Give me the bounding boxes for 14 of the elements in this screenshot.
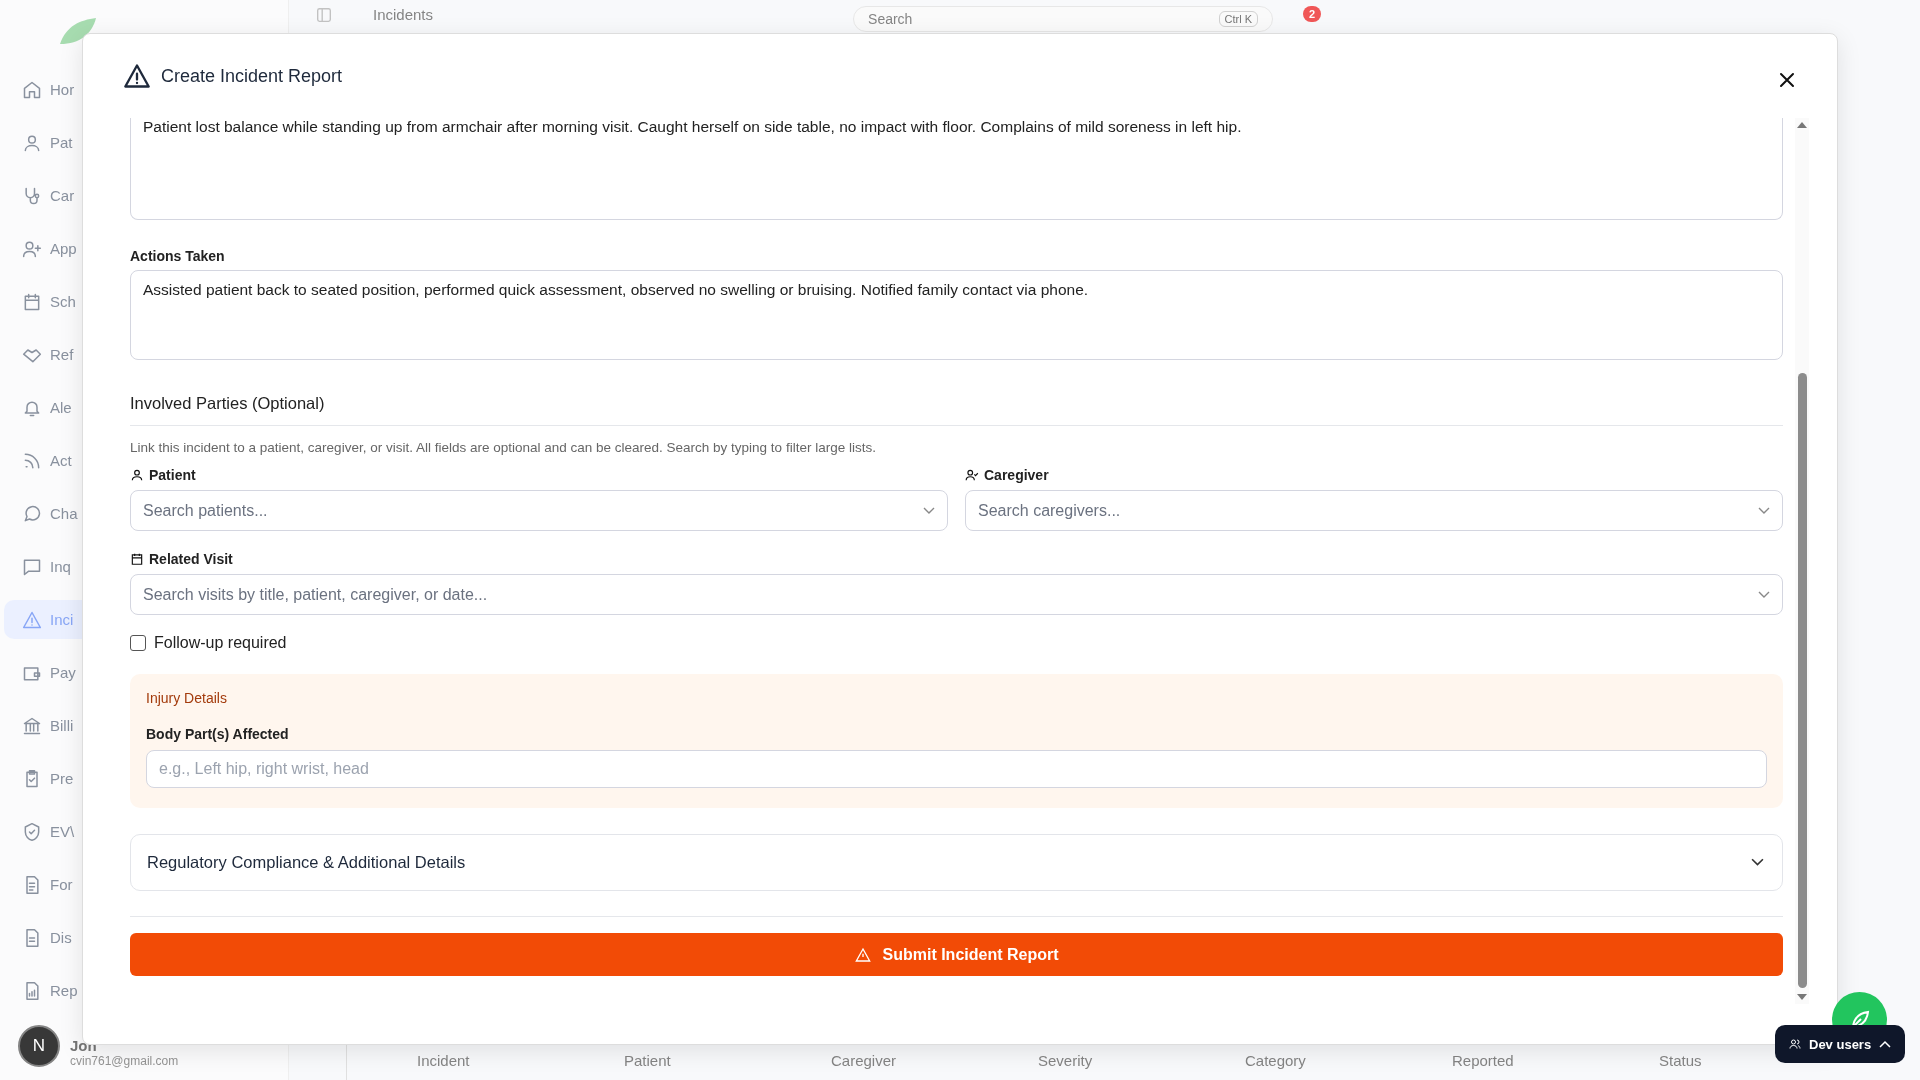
field-label: Patient <box>149 467 196 483</box>
user-email: cvin761@gmail.com <box>70 1054 179 1068</box>
field-label: Related Visit <box>149 551 233 567</box>
field-label: Caregiver <box>984 467 1049 483</box>
section-heading: Involved Parties (Optional) <box>130 394 326 413</box>
help-text: Link this incident to a patient, caregiver, or visit. All fields are optional and can be cleared. Search by typing to filter large lists. <box>130 440 877 455</box>
checkbox-label: Follow-up required <box>154 634 287 652</box>
panel-title: Injury Details <box>146 690 228 706</box>
page-title: Incidents <box>373 6 434 23</box>
notification-count: 2 <box>1303 6 1322 22</box>
field-label: Body Part(s) Affected <box>146 726 290 742</box>
dialog-title: Create Incident Report <box>161 65 344 87</box>
field-label: Actions Taken <box>130 248 226 264</box>
shortcut-hint: Ctrl K <box>1218 11 1259 27</box>
